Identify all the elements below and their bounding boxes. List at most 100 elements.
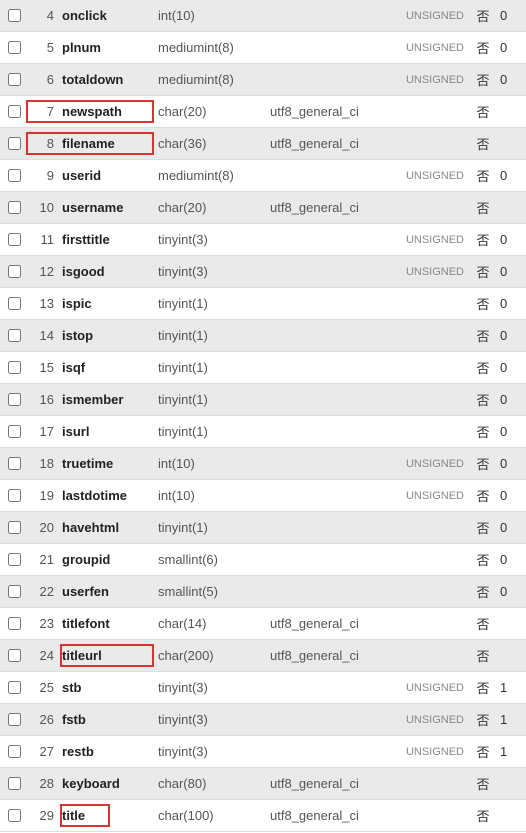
column-type: tinyint(1) <box>156 424 268 439</box>
table-row[interactable]: 10usernamechar(20)utf8_general_ci否 <box>0 192 526 224</box>
column-null: 否 <box>470 550 496 569</box>
column-attribute: UNSIGNED <box>392 10 470 22</box>
row-checkbox[interactable] <box>8 137 21 150</box>
column-name[interactable]: stb <box>60 680 156 695</box>
row-checkbox[interactable] <box>8 73 21 86</box>
table-row[interactable]: 5plnummediumint(8)UNSIGNED否0 <box>0 32 526 64</box>
column-null: 否 <box>470 422 496 441</box>
column-collation: utf8_general_ci <box>268 136 392 151</box>
row-checkbox[interactable] <box>8 649 21 662</box>
row-checkbox[interactable] <box>8 361 21 374</box>
column-name[interactable]: firsttitle <box>60 232 156 247</box>
row-checkbox-cell <box>0 73 28 86</box>
column-null: 否 <box>470 262 496 281</box>
column-name[interactable]: restb <box>60 744 156 759</box>
column-name[interactable]: titleurl <box>60 648 156 663</box>
table-row[interactable]: 26fstbtinyint(3)UNSIGNED否1 <box>0 704 526 736</box>
table-row[interactable]: 8filenamechar(36)utf8_general_ci否 <box>0 128 526 160</box>
table-row[interactable]: 9useridmediumint(8)UNSIGNED否0 <box>0 160 526 192</box>
row-checkbox[interactable] <box>8 745 21 758</box>
table-row[interactable]: 24titleurlchar(200)utf8_general_ci否 <box>0 640 526 672</box>
row-checkbox[interactable] <box>8 489 21 502</box>
table-row[interactable]: 28keyboardchar(80)utf8_general_ci否 <box>0 768 526 800</box>
column-name[interactable]: ismember <box>60 392 156 407</box>
table-row[interactable]: 23titlefontchar(14)utf8_general_ci否 <box>0 608 526 640</box>
column-name[interactable]: username <box>60 200 156 215</box>
row-checkbox[interactable] <box>8 617 21 630</box>
column-name[interactable]: userfen <box>60 584 156 599</box>
table-row[interactable]: 15isqftinyint(1)否0 <box>0 352 526 384</box>
row-checkbox[interactable] <box>8 809 21 822</box>
column-type: char(20) <box>156 200 268 215</box>
table-row[interactable]: 7newspathchar(20)utf8_general_ci否 <box>0 96 526 128</box>
column-default: 0 <box>496 168 520 183</box>
row-checkbox[interactable] <box>8 457 21 470</box>
table-row[interactable]: 16ismembertinyint(1)否0 <box>0 384 526 416</box>
table-row[interactable]: 17isurltinyint(1)否0 <box>0 416 526 448</box>
column-name[interactable]: groupid <box>60 552 156 567</box>
row-checkbox[interactable] <box>8 521 21 534</box>
column-null: 否 <box>470 678 496 697</box>
column-name[interactable]: keyboard <box>60 776 156 791</box>
column-name[interactable]: newspath <box>60 104 156 119</box>
row-checkbox[interactable] <box>8 777 21 790</box>
column-name[interactable]: truetime <box>60 456 156 471</box>
table-row[interactable]: 13ispictinyint(1)否0 <box>0 288 526 320</box>
column-name[interactable]: onclick <box>60 8 156 23</box>
column-name[interactable]: totaldown <box>60 72 156 87</box>
table-row[interactable]: 27restbtinyint(3)UNSIGNED否1 <box>0 736 526 768</box>
column-default: 0 <box>496 328 520 343</box>
table-row[interactable]: 20havehtmltinyint(1)否0 <box>0 512 526 544</box>
column-name[interactable]: isqf <box>60 360 156 375</box>
column-type: mediumint(8) <box>156 168 268 183</box>
row-checkbox[interactable] <box>8 713 21 726</box>
row-checkbox[interactable] <box>8 41 21 54</box>
column-type: char(80) <box>156 776 268 791</box>
column-name[interactable]: fstb <box>60 712 156 727</box>
column-name[interactable]: isurl <box>60 424 156 439</box>
table-row[interactable]: 11firsttitletinyint(3)UNSIGNED否0 <box>0 224 526 256</box>
row-checkbox[interactable] <box>8 169 21 182</box>
column-name[interactable]: userid <box>60 168 156 183</box>
table-row[interactable]: 12isgoodtinyint(3)UNSIGNED否0 <box>0 256 526 288</box>
row-checkbox[interactable] <box>8 425 21 438</box>
table-row[interactable]: 25stbtinyint(3)UNSIGNED否1 <box>0 672 526 704</box>
table-row[interactable]: 29titlechar(100)utf8_general_ci否 <box>0 800 526 832</box>
column-name[interactable]: title <box>60 808 156 823</box>
table-row[interactable]: 21groupidsmallint(6)否0 <box>0 544 526 576</box>
column-null: 否 <box>470 614 496 633</box>
table-row[interactable]: 6totaldownmediumint(8)UNSIGNED否0 <box>0 64 526 96</box>
row-checkbox[interactable] <box>8 9 21 22</box>
column-default: 0 <box>496 360 520 375</box>
table-row[interactable]: 4onclickint(10)UNSIGNED否0 <box>0 0 526 32</box>
column-name[interactable]: plnum <box>60 40 156 55</box>
column-type: tinyint(1) <box>156 392 268 407</box>
row-number: 21 <box>28 552 60 567</box>
column-name[interactable]: filename <box>60 136 156 151</box>
column-null: 否 <box>470 70 496 89</box>
column-collation: utf8_general_ci <box>268 648 392 663</box>
row-checkbox[interactable] <box>8 681 21 694</box>
row-checkbox[interactable] <box>8 105 21 118</box>
row-checkbox[interactable] <box>8 233 21 246</box>
column-name[interactable]: isgood <box>60 264 156 279</box>
column-name[interactable]: ispic <box>60 296 156 311</box>
column-name[interactable]: titlefont <box>60 616 156 631</box>
column-name[interactable]: havehtml <box>60 520 156 535</box>
table-row[interactable]: 14istoptinyint(1)否0 <box>0 320 526 352</box>
column-default: 0 <box>496 232 520 247</box>
row-checkbox[interactable] <box>8 265 21 278</box>
row-checkbox[interactable] <box>8 393 21 406</box>
row-checkbox[interactable] <box>8 553 21 566</box>
column-name[interactable]: lastdotime <box>60 488 156 503</box>
row-checkbox[interactable] <box>8 201 21 214</box>
table-row[interactable]: 19lastdotimeint(10)UNSIGNED否0 <box>0 480 526 512</box>
table-row[interactable]: 18truetimeint(10)UNSIGNED否0 <box>0 448 526 480</box>
row-checkbox[interactable] <box>8 329 21 342</box>
table-row[interactable]: 22userfensmallint(5)否0 <box>0 576 526 608</box>
row-checkbox[interactable] <box>8 585 21 598</box>
row-checkbox[interactable] <box>8 297 21 310</box>
column-name[interactable]: istop <box>60 328 156 343</box>
column-attribute: UNSIGNED <box>392 458 470 470</box>
row-checkbox-cell <box>0 681 28 694</box>
